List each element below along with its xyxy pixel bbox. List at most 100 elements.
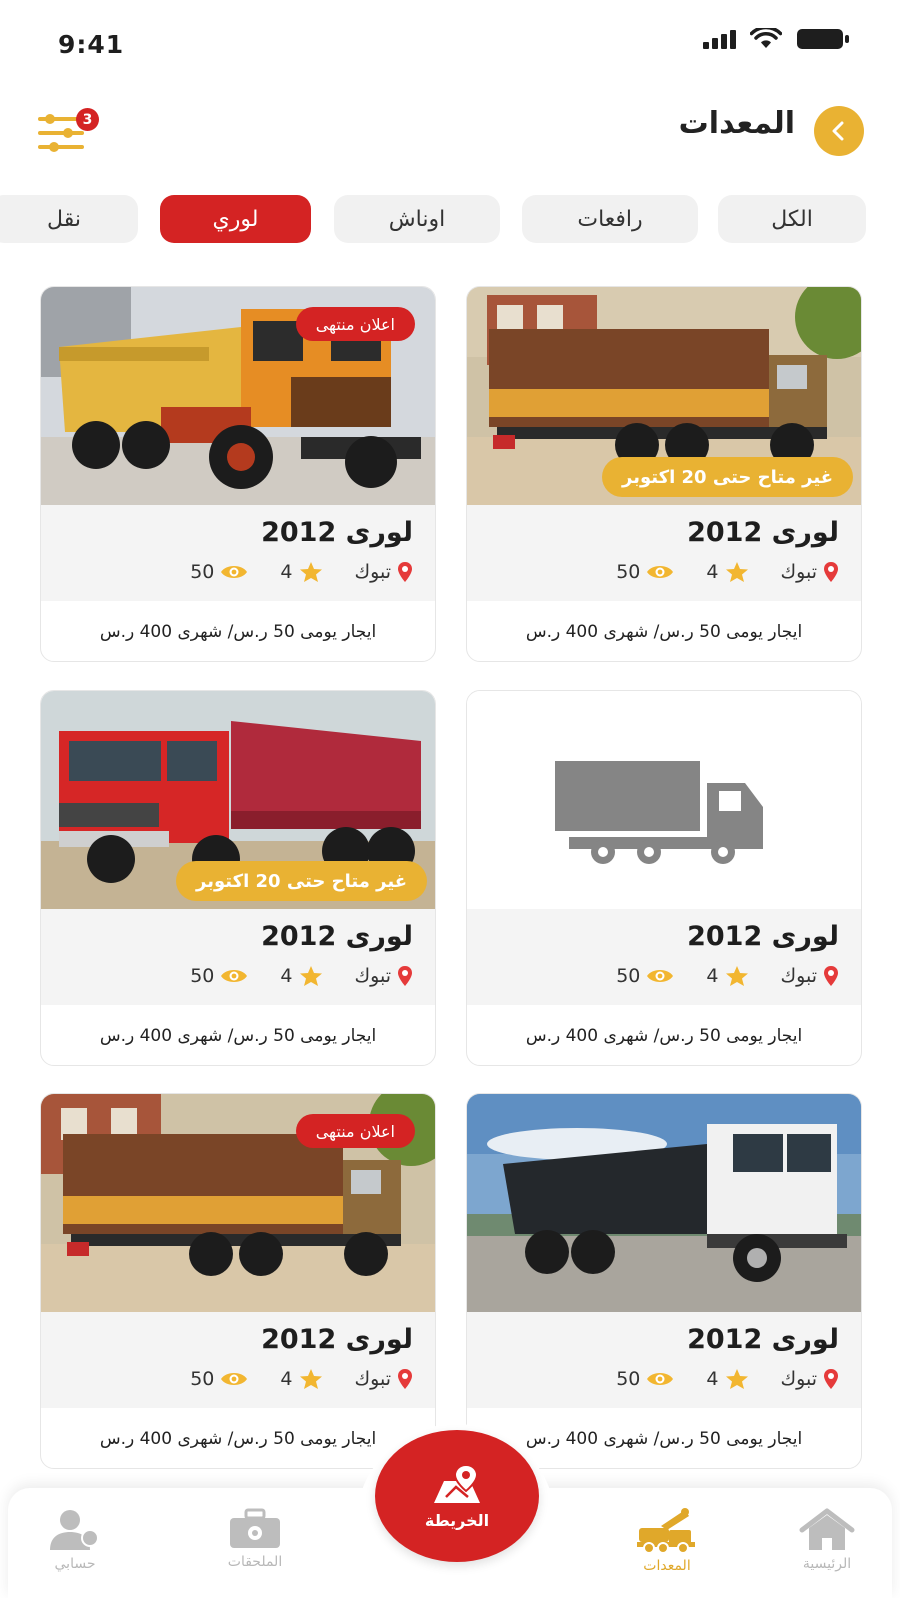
card-meta: تبوك 4 50 (616, 1368, 839, 1390)
availability-badge: غير متاح حتى 20 اكتوبر (602, 457, 853, 497)
home-icon (799, 1508, 855, 1550)
rating: 4 (706, 561, 748, 583)
rating: 4 (280, 1368, 322, 1390)
eye-icon (221, 970, 248, 982)
signal-icon (703, 29, 736, 49)
crane-truck-icon (637, 1508, 695, 1554)
card-title: لورى 2012 (261, 921, 413, 952)
views: 50 (190, 561, 248, 583)
equipment-card[interactable]: لورى 2012 تبوك 4 50 ايجار يومى 50 ر.س/ ش… (466, 690, 862, 1066)
card-meta: تبوك 4 50 (616, 965, 839, 987)
star-icon (725, 966, 748, 986)
location: تبوك (355, 965, 414, 987)
rating: 4 (706, 965, 748, 987)
equipment-card[interactable]: لورى 2012 تبوك 4 50 ايجار يومى 50 ر.س/ ش… (466, 1093, 862, 1469)
eye-icon (647, 1373, 674, 1385)
eye-icon (647, 970, 674, 982)
truck-image (467, 1094, 861, 1312)
location: تبوك (781, 965, 840, 987)
location: تبوك (355, 1368, 414, 1390)
header: المعدات 3 (0, 100, 900, 160)
card-price: ايجار يومى 50 ر.س/ شهرى 400 ر.س (525, 622, 803, 642)
card-title: لورى 2012 (261, 1324, 413, 1355)
card-info: لورى 2012 تبوك 4 50 (41, 1312, 435, 1408)
card-meta: تبوك 4 50 (190, 965, 413, 987)
page-title: المعدات (678, 106, 795, 141)
toolbox-icon (230, 1508, 280, 1548)
location-pin-icon (824, 562, 838, 582)
truck-image (467, 691, 861, 909)
card-info: لورى 2012 تبوك 4 50 (467, 909, 861, 1005)
star-icon (725, 1369, 748, 1389)
tab-lorry[interactable]: لوري (160, 195, 311, 243)
equipment-card[interactable]: غير متاح حتى 20 اكتوبر لورى 2012 تبوك 4 … (466, 286, 862, 662)
views: 50 (190, 1368, 248, 1390)
card-meta: تبوك 4 50 (190, 1368, 413, 1390)
status-icons (703, 28, 850, 50)
map-pin-icon (434, 1463, 480, 1503)
status-badge: اعلان منتهى (295, 1114, 415, 1148)
equipment-card[interactable]: غير متاح حتى 20 اكتوبر لورى 2012 تبوك 4 … (40, 690, 436, 1066)
status-bar: 9:41 (0, 0, 900, 90)
star-icon (299, 1369, 322, 1389)
views: 50 (616, 965, 674, 987)
card-info: لورى 2012 تبوك 4 50 (467, 505, 861, 601)
location: تبوك (355, 561, 414, 583)
wifi-icon (750, 28, 782, 48)
status-time: 9:41 (58, 30, 125, 59)
equipment-card[interactable]: اعلان منتهى لورى 2012 تبوك 4 50 ايجار يو… (40, 1093, 436, 1469)
tab-cranes[interactable]: رافعات (522, 195, 698, 243)
star-icon (299, 966, 322, 986)
tab-all[interactable]: الكل (718, 195, 866, 243)
location-pin-icon (398, 1369, 412, 1389)
card-meta: تبوك 4 50 (190, 561, 413, 583)
chevron-left-icon (832, 121, 844, 141)
eye-icon (647, 566, 674, 578)
card-price: ايجار يومى 50 ر.س/ شهرى 400 ر.س (525, 1026, 803, 1046)
battery-icon (797, 29, 849, 49)
card-meta: تبوك 4 50 (616, 561, 839, 583)
map-button[interactable]: الخريطة (375, 1430, 539, 1562)
location-pin-icon (398, 966, 412, 986)
rating: 4 (280, 965, 322, 987)
card-info: لورى 2012 تبوك 4 50 (41, 909, 435, 1005)
tab-winches[interactable]: اوناش (334, 195, 500, 243)
nav-equipment[interactable]: المعدات (612, 1508, 722, 1574)
star-icon (725, 562, 748, 582)
card-info: لورى 2012 تبوك 4 50 (41, 505, 435, 601)
truck-image: اعلان منتهى (41, 1094, 435, 1312)
card-price: ايجار يومى 50 ر.س/ شهرى 400 ر.س (99, 1429, 377, 1449)
views: 50 (616, 561, 674, 583)
tab-transport[interactable]: نقل (0, 195, 138, 243)
truck-image: اعلان منتهى (41, 287, 435, 505)
rating: 4 (280, 561, 322, 583)
availability-badge: غير متاح حتى 20 اكتوبر (176, 861, 427, 901)
card-title: لورى 2012 (687, 517, 839, 548)
location-pin-icon (824, 1369, 838, 1389)
equipment-card[interactable]: اعلان منتهى لورى 2012 تبوك 4 50 ايجار يو… (40, 286, 436, 662)
views: 50 (190, 965, 248, 987)
location-pin-icon (398, 562, 412, 582)
status-badge: اعلان منتهى (295, 307, 415, 341)
back-button[interactable] (814, 106, 864, 156)
filter-count-badge: 3 (76, 108, 99, 131)
nav-home[interactable]: الرئيسية (772, 1508, 882, 1572)
card-price: ايجار يومى 50 ر.س/ شهرى 400 ر.س (99, 622, 377, 642)
location: تبوك (781, 1368, 840, 1390)
user-icon (50, 1510, 99, 1550)
card-title: لورى 2012 (687, 921, 839, 952)
category-tabs: الكل رافعات اوناش لوري نقل (0, 195, 900, 243)
eye-icon (221, 1373, 248, 1385)
truck-image: غير متاح حتى 20 اكتوبر (467, 287, 861, 505)
filter-button[interactable]: 3 (38, 108, 102, 156)
nav-accessories[interactable]: الملحقات (200, 1508, 310, 1570)
card-title: لورى 2012 (261, 517, 413, 548)
card-info: لورى 2012 تبوك 4 50 (467, 1312, 861, 1408)
eye-icon (221, 566, 248, 578)
truck-placeholder-icon (555, 761, 763, 864)
card-title: لورى 2012 (687, 1324, 839, 1355)
nav-account[interactable]: حسابي (20, 1508, 130, 1572)
card-price: ايجار يومى 50 ر.س/ شهرى 400 ر.س (99, 1026, 377, 1046)
star-icon (299, 562, 322, 582)
rating: 4 (706, 1368, 748, 1390)
